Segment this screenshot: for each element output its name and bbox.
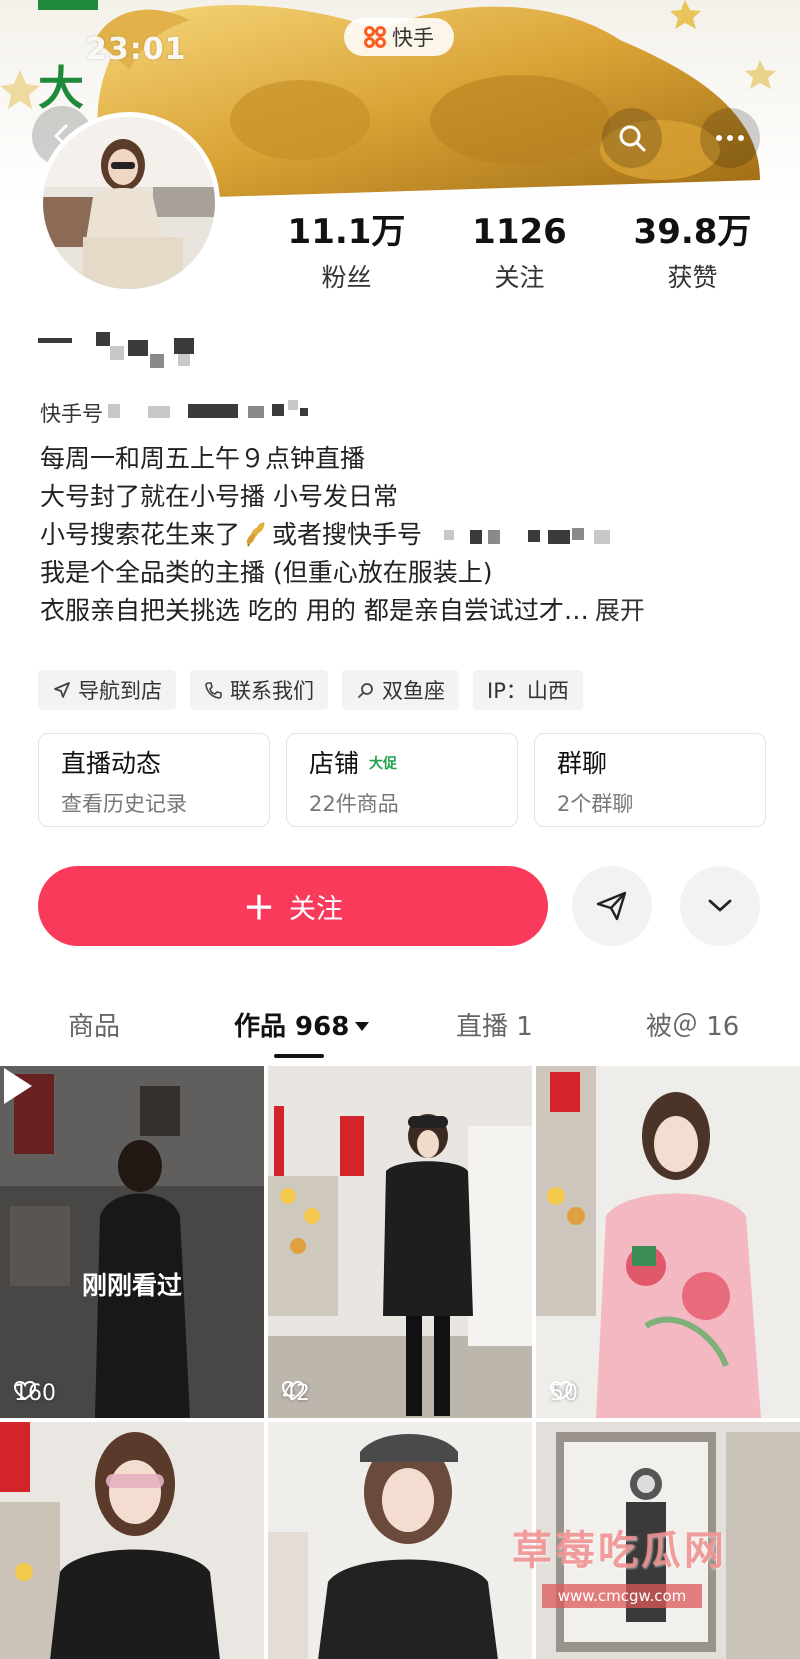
- stat-value: 11.1万: [287, 212, 406, 252]
- caret-down-icon: [355, 1022, 370, 1031]
- expand-bio-link[interactable]: 展开: [595, 596, 645, 625]
- tab-works[interactable]: 作品 968: [234, 1006, 370, 1043]
- tag-contact-us[interactable]: 联系我们: [190, 670, 328, 710]
- card-subtitle: 2个群聊: [557, 792, 634, 816]
- like-count: 160: [14, 1381, 56, 1406]
- tab-label: 作品 968: [234, 1012, 350, 1042]
- watched-overlay: [0, 1066, 264, 1418]
- bio-id-redacted: [444, 526, 634, 546]
- tab-mentioned[interactable]: 被＠ 16: [646, 1006, 739, 1043]
- follow-button[interactable]: ＋ 关注: [38, 866, 548, 946]
- video-thumbnail: [536, 1066, 800, 1418]
- content-tabs: 商品 作品 968 直播 1 被＠ 16: [0, 1000, 800, 1062]
- like-count: 42: [282, 1381, 310, 1406]
- card-group-chat[interactable]: 群聊 2个群聊: [534, 733, 766, 827]
- stat-following[interactable]: 1126 关注: [433, 212, 606, 294]
- more-options-button[interactable]: [680, 866, 760, 946]
- card-subtitle: 查看历史记录: [61, 792, 187, 816]
- video-tile[interactable]: 刚刚看过 160: [0, 1066, 264, 1418]
- card-title: 直播动态: [61, 748, 247, 780]
- bio-text: 或者搜快手号: [272, 520, 423, 549]
- video-thumbnail: [268, 1066, 532, 1418]
- bio-line: 小号搜索花生来了 或者搜快手号: [40, 516, 770, 554]
- username-redacted: [38, 332, 198, 372]
- avatar-photo: [43, 117, 215, 289]
- kuaishou-logo-icon: [364, 26, 386, 48]
- app-badge-label: 快手: [392, 26, 434, 50]
- search-icon: [619, 125, 646, 152]
- phone-icon: [205, 682, 222, 699]
- chevron-down-icon: [708, 899, 732, 912]
- stat-likes[interactable]: 39.8万 获赞: [606, 212, 779, 294]
- search-button[interactable]: [602, 108, 662, 168]
- card-title: 店铺 大促: [309, 748, 495, 780]
- card-title-text: 群聊: [557, 749, 608, 778]
- card-subtitle: 22件商品: [309, 792, 399, 816]
- status-time: 23:01: [86, 32, 187, 67]
- heart-icon: [14, 1381, 36, 1401]
- tag-navigate-to-store[interactable]: 导航到店: [38, 670, 176, 710]
- tag-label: 联系我们: [230, 679, 314, 703]
- kuaishou-id-label: 快手号: [40, 402, 103, 426]
- watermark-title: 草莓吃瓜网: [512, 1528, 727, 1574]
- tag-label: 导航到店: [78, 679, 162, 703]
- watermark-url: www.cmcgw.com: [542, 1584, 702, 1608]
- video-thumbnail: [0, 1422, 264, 1659]
- video-thumbnail: [268, 1422, 532, 1659]
- stat-label: 关注: [494, 263, 545, 292]
- send-icon: [596, 891, 627, 921]
- stat-value: 1126: [472, 212, 567, 252]
- profile-bio: 每周一和周五上午９点钟直播 大号封了就在小号播 小号发日常 小号搜索花生来了 或…: [40, 440, 770, 630]
- banner-char-decoration: [38, 0, 98, 10]
- heart-icon: [550, 1381, 572, 1401]
- card-shop[interactable]: 店铺 大促 22件商品: [286, 733, 518, 827]
- tag-ip-location: IP：山西: [473, 670, 583, 710]
- recently-watched-label: 刚刚看过: [81, 1271, 182, 1300]
- heart-icon: [282, 1381, 304, 1401]
- profile-cards: 直播动态 查看历史记录 店铺 大促 22件商品 群聊 2个群聊: [38, 733, 766, 827]
- kuaishou-app-badge: 快手: [344, 18, 454, 56]
- tab-products[interactable]: 商品: [68, 1006, 120, 1043]
- stat-value: 39.8万: [633, 212, 752, 252]
- play-icon: [4, 1068, 32, 1104]
- tag-label: 双鱼座: [382, 679, 445, 703]
- bio-text: 小号搜索花生来了: [40, 520, 241, 549]
- card-live-activity[interactable]: 直播动态 查看历史记录: [38, 733, 270, 827]
- site-watermark: 草莓吃瓜网 www.cmcgw.com: [512, 1518, 762, 1608]
- bio-line: 大号封了就在小号播 小号发日常: [40, 482, 398, 511]
- stat-label: 粉丝: [321, 263, 372, 292]
- zodiac-icon: [358, 683, 373, 698]
- promo-badge: 大促: [369, 756, 398, 772]
- bio-line: 每周一和周五上午９点钟直播: [40, 444, 366, 473]
- bio-text: 衣服亲自把关挑选 吃的 用的 都是亲自尝试过才…: [40, 596, 589, 625]
- stat-label: 获赞: [667, 263, 718, 292]
- bio-line: 我是个全品类的主播 (但重心放在服装上): [40, 558, 493, 587]
- video-tile[interactable]: 42: [268, 1066, 532, 1418]
- wheat-emoji-icon: [246, 522, 265, 547]
- video-tile[interactable]: [0, 1422, 264, 1659]
- tab-live[interactable]: 直播 1: [456, 1006, 533, 1043]
- share-button[interactable]: [572, 866, 652, 946]
- more-dots-icon: [716, 135, 744, 141]
- bio-line: 衣服亲自把关挑选 吃的 用的 都是亲自尝试过才… 展开: [40, 592, 770, 630]
- profile-stats: 11.1万 粉丝 1126 关注 39.8万 获赞: [260, 212, 780, 294]
- tag-zodiac[interactable]: 双鱼座: [342, 670, 459, 710]
- profile-tags: 导航到店 联系我们 双鱼座 IP：山西: [38, 670, 583, 710]
- plus-icon: ＋: [242, 889, 275, 927]
- kuaishou-id-redacted: [108, 400, 318, 424]
- video-tile[interactable]: 50: [536, 1066, 800, 1418]
- tag-label: IP：山西: [487, 679, 569, 703]
- card-title-text: 店铺: [309, 749, 360, 778]
- navigation-arrow-icon: [54, 682, 70, 698]
- card-title: 群聊: [557, 748, 743, 780]
- video-tile[interactable]: [268, 1422, 532, 1659]
- stat-followers[interactable]: 11.1万 粉丝: [260, 212, 433, 294]
- follow-label: 关注: [289, 893, 343, 925]
- card-title-text: 直播动态: [61, 749, 162, 778]
- avatar[interactable]: [38, 112, 220, 294]
- like-count: 50: [550, 1381, 578, 1406]
- more-button[interactable]: [700, 108, 760, 168]
- active-tab-indicator: [274, 1054, 324, 1058]
